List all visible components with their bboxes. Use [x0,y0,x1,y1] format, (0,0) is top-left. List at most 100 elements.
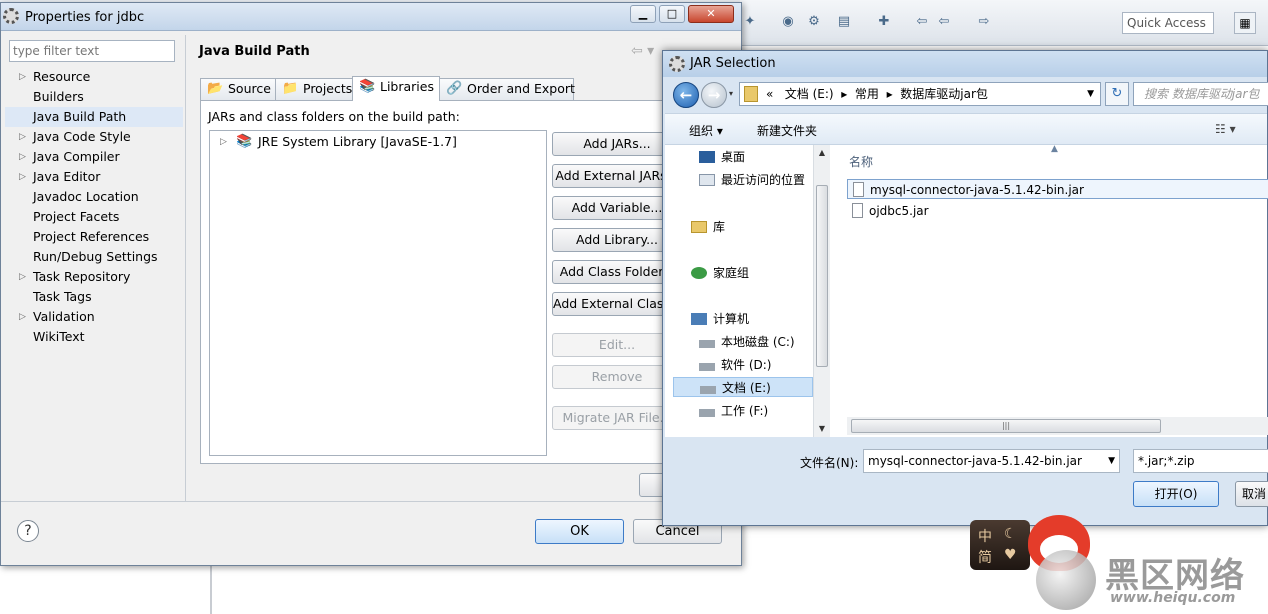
properties-dialog: Properties for jdbc ▁ □ ✕ type filter te… [0,2,760,566]
minimize-button[interactable]: ▁ [630,5,656,23]
nav-drive-d[interactable]: 软件 (D:) [699,355,771,375]
refresh-icon[interactable]: ↻ [1105,82,1129,106]
library-tree[interactable]: ▷ 📚 JRE System Library [JavaSE-1.7] [209,130,547,456]
file-type-filter[interactable]: *.jar;*.zip [1133,449,1268,473]
expand-icon[interactable]: ▷ [19,307,26,327]
address-bar[interactable]: « 文档 (E:) ▸ 常用 ▸ 数据库驱动jar包 ▼ [739,82,1101,106]
expand-icon[interactable]: ▷ [19,267,26,287]
nav-recent[interactable]: 最近访问的位置 [699,170,805,190]
forward-button[interactable]: → [701,82,727,108]
nav-item[interactable]: WikiText [5,327,183,347]
tab-order-export[interactable]: 🔗 Order and Export [439,78,575,100]
nav-item-label: Project Facets [33,209,120,224]
nav-item[interactable]: ▷ Java Code Style [5,127,183,147]
globe-icon[interactable]: ◉ [780,14,796,30]
tab-source[interactable]: 📂 Source [200,78,276,100]
sash[interactable] [185,35,186,501]
close-button[interactable]: ✕ [688,5,734,23]
nav-libraries[interactable]: 库 [691,217,725,237]
breadcrumb: « 文档 (E:) ▸ 常用 ▸ 数据库驱动jar包 [766,87,988,101]
jar-title-bar[interactable]: JAR Selection [663,51,1267,77]
crumb-common[interactable]: 常用 [855,87,879,101]
nav-item-label: Builders [33,89,84,104]
drive-icon [699,340,715,348]
run-icon[interactable]: ⚙ [806,14,822,30]
library-row[interactable]: ▷ 📚 JRE System Library [JavaSE-1.7] [218,133,457,151]
ime-mode[interactable]: 中 [978,526,992,546]
dialog-cancel-button[interactable]: 取消 [1235,481,1268,507]
nav-desktop[interactable]: 桌面 [699,147,745,167]
filter-input[interactable]: type filter text [9,40,175,62]
scroll-down-icon[interactable]: ▼ [814,423,830,435]
gear-icon [3,8,19,24]
nav-item[interactable]: Project References [5,227,183,247]
projects-icon: 📁 [282,81,299,96]
library-icon: 📚 [236,134,253,149]
organize-menu[interactable]: 组织 ▾ [689,122,723,139]
nav-homegroup[interactable]: 家庭组 [691,263,749,283]
drive-icon [699,409,715,417]
expand-icon[interactable]: ▷ [220,133,227,151]
nav-item-label: Task Repository [33,269,131,284]
nav-drive-e[interactable]: 文档 (E:) [673,377,813,397]
nav-item-label: Validation [33,309,95,324]
file-row[interactable]: mysql-connector-java-5.1.42-bin.jar [847,179,1268,199]
history-dropdown-icon[interactable]: ▾ [729,89,733,98]
nav-drive-c[interactable]: 本地磁盘 (C:) [699,332,795,352]
ime-toolbar[interactable]: 中 简 ☾ ♥ [970,520,1030,570]
nav-item[interactable]: Builders [5,87,183,107]
pin-icon[interactable]: ✚ [876,14,892,30]
bulb-icon[interactable]: ✦ [742,14,758,30]
forward-arrow-icon[interactable]: ⇨ [976,14,992,30]
back-history-icon[interactable]: ⇦ ▾ [631,43,654,59]
task-icon[interactable]: ▤ [836,14,852,30]
scroll-up-icon[interactable]: ▲ [814,147,830,159]
jar-title: JAR Selection [690,56,776,71]
scroll-thumb[interactable]: ||| [851,419,1161,433]
help-icon[interactable]: ? [17,520,39,542]
expand-icon[interactable]: ▷ [19,167,26,187]
back-nav-icon[interactable]: ⇦ [914,14,930,30]
ok-button[interactable]: OK [535,519,624,544]
nav-item[interactable]: ▷ Resource [5,67,183,87]
expand-icon[interactable]: ▷ [19,67,26,87]
nav-item[interactable]: Project Facets [5,207,183,227]
heart-icon[interactable]: ♥ [1004,547,1017,563]
properties-title-bar[interactable]: Properties for jdbc ▁ □ ✕ [1,3,741,31]
nav-item[interactable]: ▷ Validation [5,307,183,327]
quick-access-field[interactable]: Quick Access [1122,12,1214,34]
nav-drive-f[interactable]: 工作 (F:) [699,401,768,421]
nav-item[interactable]: Task Tags [5,287,183,307]
nav-item[interactable]: Run/Debug Settings [5,247,183,267]
moon-icon[interactable]: ☾ [1004,526,1017,542]
expand-icon[interactable]: ▷ [19,127,26,147]
new-folder-button[interactable]: 新建文件夹 [757,122,817,139]
nav-item[interactable]: ▷ Java Editor [5,167,183,187]
search-input[interactable]: 搜索 数据库驱动jar包 [1133,82,1268,106]
back-arrow-icon[interactable]: ⇦ [936,14,952,30]
nav-item[interactable]: ▷ Java Compiler [5,147,183,167]
perspective-icon[interactable]: ▦ [1234,12,1256,34]
column-header-name[interactable]: 名称 [849,153,873,170]
nav-scrollbar[interactable]: ▲ ▼ [813,145,830,437]
nav-item[interactable]: Java Build Path [5,107,183,127]
maximize-button[interactable]: □ [659,5,685,23]
nav-item[interactable]: ▷ Task Repository [5,267,183,287]
nav-item[interactable]: Javadoc Location [5,187,183,207]
filename-combo[interactable]: mysql-connector-java-5.1.42-bin.jar ▼ [863,449,1120,473]
nav-computer[interactable]: 计算机 [691,309,749,329]
view-options-icon[interactable]: ☷ ▾ [1215,122,1236,136]
crumb-driver-folder[interactable]: 数据库驱动jar包 [900,87,988,101]
back-button[interactable]: ← [673,82,699,108]
expand-icon[interactable]: ▷ [19,147,26,167]
scroll-thumb[interactable] [816,185,828,367]
chevron-down-icon[interactable]: ▼ [1108,450,1115,472]
crumb-drive[interactable]: 文档 (E:) [785,87,834,101]
horizontal-scrollbar[interactable]: ||| [847,417,1268,435]
open-button[interactable]: 打开(O) [1133,481,1219,507]
tab-libraries[interactable]: 📚 Libraries [352,76,440,101]
file-row[interactable]: ojdbc5.jar [847,201,929,221]
tab-projects[interactable]: 📁 Projects [275,78,353,100]
chevron-down-icon[interactable]: ▼ [1087,83,1094,105]
ime-simplified[interactable]: 简 [978,547,992,567]
